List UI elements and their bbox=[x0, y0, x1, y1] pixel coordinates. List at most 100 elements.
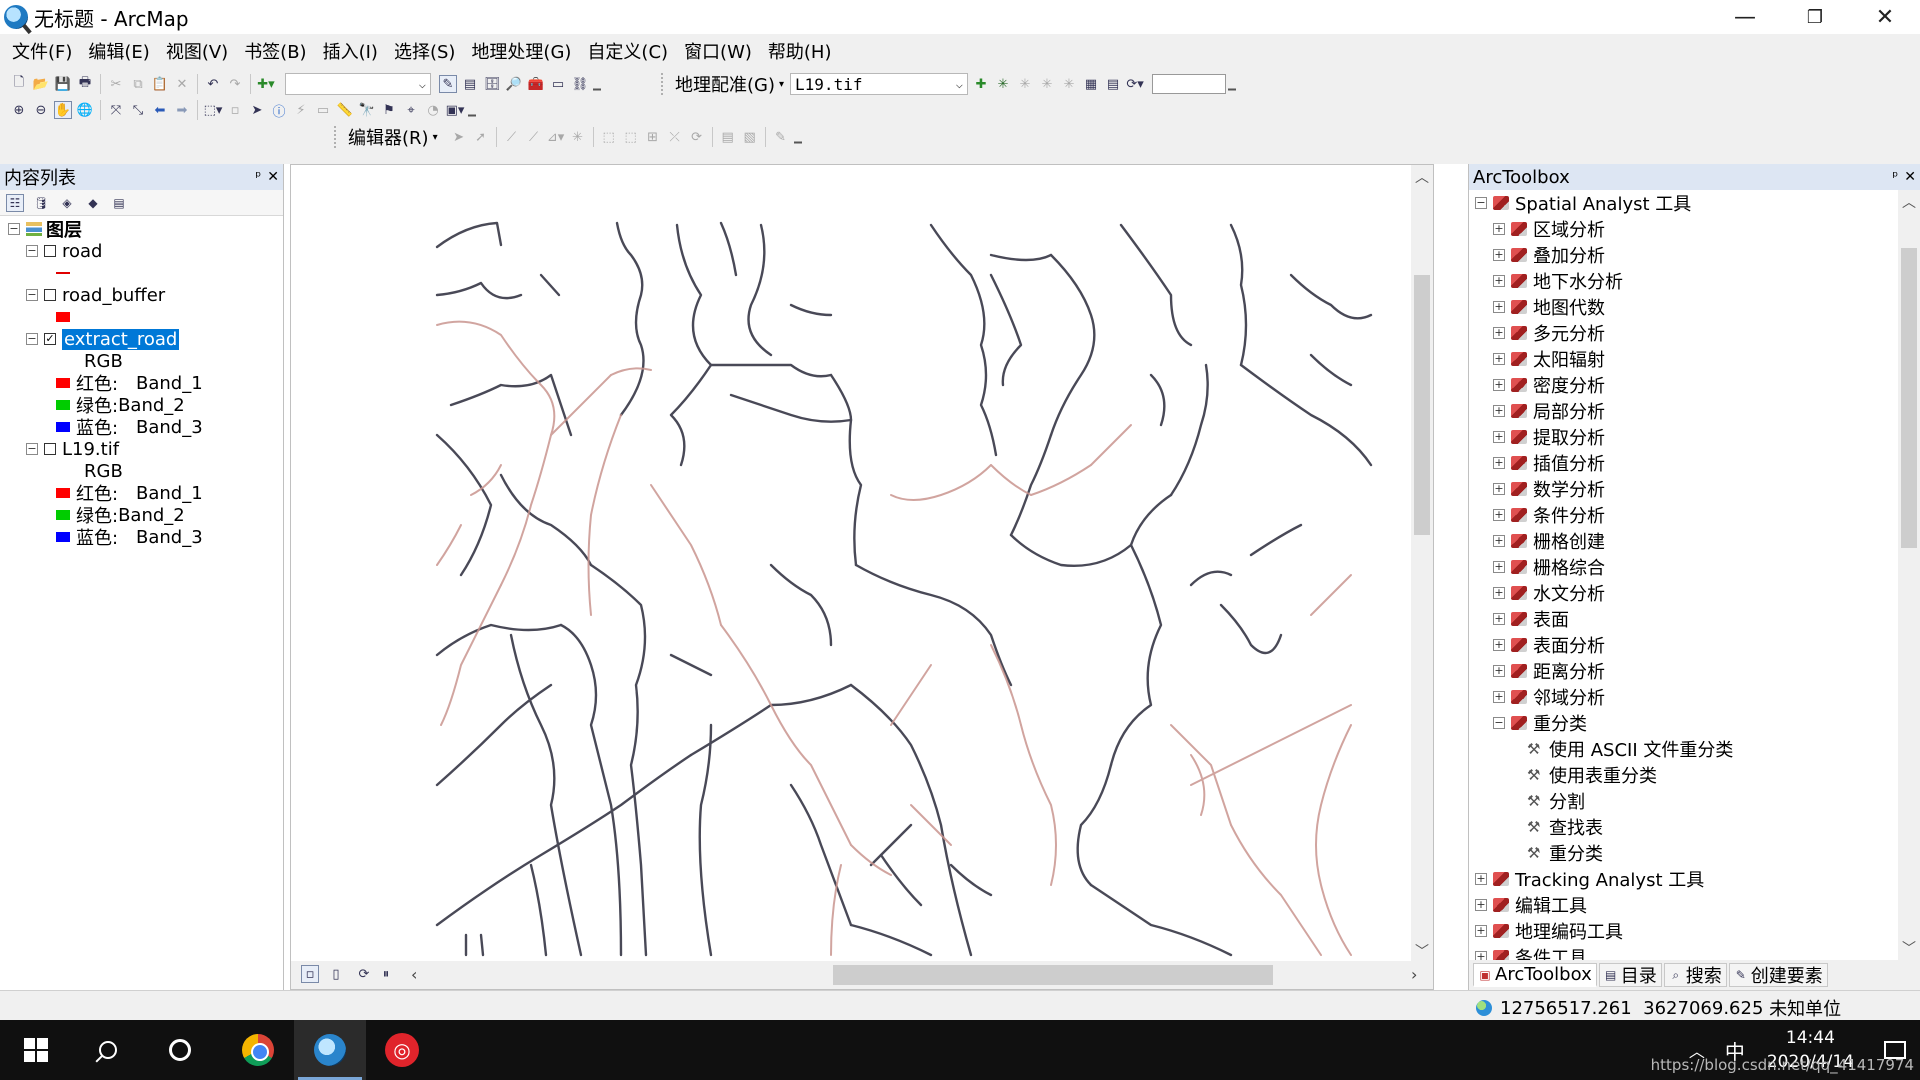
layout-view-icon[interactable]: ▯ bbox=[327, 965, 345, 983]
scroll-up-icon[interactable]: ︿ bbox=[1898, 192, 1920, 212]
edit-tool-icon[interactable]: ➤ bbox=[450, 128, 468, 146]
toolbox-label[interactable]: 条件工具 bbox=[1515, 944, 1587, 960]
toolset-solar-radiation[interactable]: + 太阳辐射 bbox=[1493, 346, 1605, 372]
toolset-conditional[interactable]: + 条件分析 bbox=[1493, 502, 1605, 528]
expand-icon[interactable]: + bbox=[1493, 613, 1505, 625]
data-view-icon[interactable]: ▫ bbox=[301, 965, 319, 983]
layer-visibility-checkbox[interactable] bbox=[44, 443, 56, 455]
green-band-swatch[interactable] bbox=[56, 510, 70, 520]
identify-icon[interactable]: ⓘ bbox=[270, 101, 288, 120]
reshape-icon[interactable]: ⬚ bbox=[622, 128, 640, 146]
table-of-contents-icon[interactable]: ▤ bbox=[461, 75, 479, 93]
back-arrow-icon[interactable]: ⬅ bbox=[151, 101, 169, 119]
cut-polygons-icon[interactable]: ⊞ bbox=[644, 128, 662, 146]
toolset-label[interactable]: 插值分析 bbox=[1533, 450, 1605, 476]
tool-label[interactable]: 查找表 bbox=[1549, 814, 1603, 840]
expand-icon[interactable]: + bbox=[1493, 327, 1505, 339]
tool-label[interactable]: 使用表重分类 bbox=[1549, 762, 1657, 788]
toolset-label[interactable]: 栅格综合 bbox=[1533, 554, 1605, 580]
georef-layer-select[interactable]: L19.tif ⌵ bbox=[790, 73, 969, 95]
select-elements-arrow-icon[interactable]: ➤ bbox=[248, 101, 266, 119]
menu-file[interactable]: 文件(F) bbox=[6, 38, 78, 64]
arcmap-app-icon[interactable] bbox=[4, 5, 28, 29]
go-to-xy-icon[interactable]: ⌖ bbox=[402, 101, 420, 119]
expand-icon[interactable]: + bbox=[1493, 405, 1505, 417]
toolbox-label[interactable]: Tracking Analyst 工具 bbox=[1515, 866, 1704, 892]
road-raster-canvas[interactable] bbox=[291, 165, 1411, 961]
straight-segment-icon[interactable]: ⟋ bbox=[503, 128, 521, 146]
menu-bookmarks[interactable]: 书签(B) bbox=[238, 38, 312, 64]
menu-help[interactable]: 帮助(H) bbox=[762, 38, 838, 64]
toolset-zonal[interactable]: + 区域分析 bbox=[1493, 216, 1605, 242]
scale-icon[interactable]: ✳ bbox=[1060, 75, 1078, 93]
tool-label[interactable]: 使用 ASCII 文件重分类 bbox=[1549, 736, 1733, 762]
close-icon[interactable]: ✕ bbox=[1904, 169, 1916, 185]
expand-icon[interactable]: + bbox=[1493, 275, 1505, 287]
toolset-neighborhood[interactable]: + 邻域分析 bbox=[1493, 684, 1605, 710]
expand-icon[interactable]: + bbox=[1493, 483, 1505, 495]
scroll-right-icon[interactable]: › bbox=[1411, 965, 1417, 984]
layer-name[interactable]: road bbox=[62, 241, 102, 262]
toolbar-options-handle[interactable] bbox=[593, 73, 601, 95]
end-point-arc-icon[interactable]: ⟋ bbox=[525, 128, 543, 146]
toolbar-options-handle[interactable] bbox=[468, 99, 476, 121]
toolset-label[interactable]: 太阳辐射 bbox=[1533, 346, 1605, 372]
task-view-button[interactable] bbox=[144, 1020, 216, 1080]
green-band-swatch[interactable] bbox=[56, 400, 70, 410]
attributes-icon[interactable]: ▤ bbox=[719, 128, 737, 146]
red-band-swatch[interactable] bbox=[56, 488, 70, 498]
minimize-button[interactable]: — bbox=[1710, 0, 1780, 34]
toolset-multivariate[interactable]: + 多元分析 bbox=[1493, 320, 1605, 346]
cut-icon[interactable]: ✂ bbox=[107, 75, 125, 93]
toolbox-conditional[interactable]: + 条件工具 bbox=[1475, 944, 1587, 960]
zoom-in-icon[interactable]: ⊕ bbox=[10, 101, 28, 119]
tab-arctoolbox[interactable]: ▣ ArcToolbox bbox=[1473, 963, 1597, 987]
open-folder-icon[interactable]: 📂 bbox=[32, 75, 50, 93]
scrollbar-thumb[interactable] bbox=[1414, 275, 1430, 535]
forward-arrow-icon[interactable]: ➡ bbox=[173, 101, 191, 119]
tool-slice[interactable]: ⚒ 分割 bbox=[1527, 788, 1585, 814]
clear-selection-icon[interactable]: ▫ bbox=[226, 101, 244, 119]
expand-icon[interactable]: + bbox=[1475, 873, 1487, 885]
layer-visibility-checkbox[interactable] bbox=[44, 289, 56, 301]
menu-geoprocessing[interactable]: 地理处理(G) bbox=[465, 38, 577, 64]
expand-icon[interactable]: + bbox=[1493, 249, 1505, 261]
expand-icon[interactable]: + bbox=[1475, 951, 1487, 960]
tab-create-features[interactable]: ✎ 创建要素 bbox=[1728, 963, 1828, 987]
georef-rotation-input[interactable] bbox=[1152, 74, 1227, 94]
toolset-label[interactable]: 重分类 bbox=[1533, 710, 1587, 736]
menu-customize[interactable]: 自定义(C) bbox=[581, 38, 674, 64]
auto-adjust-icon[interactable]: ✳ bbox=[994, 75, 1012, 93]
toolset-label[interactable]: 距离分析 bbox=[1533, 658, 1605, 684]
toolset-raster-creation[interactable]: + 栅格创建 bbox=[1493, 528, 1605, 554]
toolset-label[interactable]: 表面分析 bbox=[1533, 632, 1605, 658]
trace-icon[interactable]: ⊿▾ bbox=[547, 128, 565, 146]
toolset-label[interactable]: 水文分析 bbox=[1533, 580, 1605, 606]
menu-edit[interactable]: 编辑(E) bbox=[82, 38, 155, 64]
list-by-drawing-order-icon[interactable]: ☷ bbox=[6, 193, 24, 212]
map-display[interactable]: ︿ ﹀ ▫ ▯ ⟳ ⏸ ‹ › bbox=[290, 164, 1434, 990]
model-builder-icon[interactable]: ⛓ bbox=[571, 75, 589, 93]
toolset-label[interactable]: 密度分析 bbox=[1533, 372, 1605, 398]
line-symbol-icon[interactable] bbox=[56, 272, 70, 274]
toolbox-editing[interactable]: + 编辑工具 bbox=[1475, 892, 1587, 918]
new-document-icon[interactable]: 🗋 bbox=[10, 75, 28, 93]
editor-toolbar-icon[interactable]: ✎ bbox=[439, 75, 457, 93]
toolbox-spatial-analyst[interactable]: − Spatial Analyst 工具 bbox=[1475, 190, 1691, 216]
menu-view[interactable]: 视图(V) bbox=[160, 38, 234, 64]
pin-icon[interactable]: ᵖ bbox=[255, 169, 261, 185]
tool-reclassify[interactable]: ⚒ 重分类 bbox=[1527, 840, 1603, 866]
rotate-tool-icon[interactable]: ⟳ bbox=[688, 128, 706, 146]
edit-annotation-icon[interactable]: ➚ bbox=[472, 128, 490, 146]
view-link-table-icon[interactable]: ▦ bbox=[1082, 75, 1100, 93]
print-icon[interactable]: 🖶 bbox=[76, 75, 94, 93]
html-popup-icon[interactable]: ▭ bbox=[314, 101, 332, 119]
hyperlink-icon[interactable]: ⚡ bbox=[292, 101, 310, 119]
collapse-icon[interactable]: − bbox=[26, 289, 38, 301]
georeferencing-menu[interactable]: 地理配准(G) bbox=[675, 71, 775, 97]
fixed-zoom-out-icon[interactable]: ⤡ bbox=[129, 101, 147, 119]
red-band-swatch[interactable] bbox=[56, 378, 70, 388]
toolset-label[interactable]: 表面 bbox=[1533, 606, 1569, 632]
edit-vertices-icon[interactable]: ⬚ bbox=[600, 128, 618, 146]
toolbox-label[interactable]: 编辑工具 bbox=[1515, 892, 1587, 918]
